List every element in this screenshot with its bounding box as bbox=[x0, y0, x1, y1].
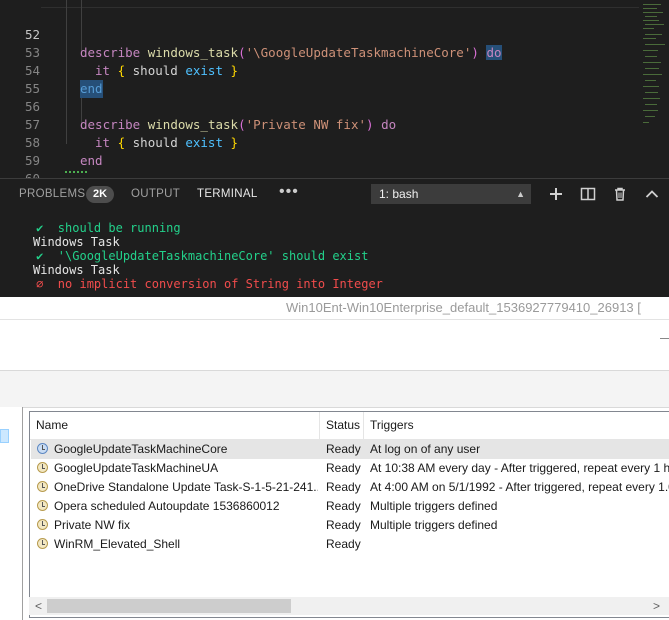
task-trigger: Multiple triggers defined bbox=[370, 499, 498, 513]
line-number: 60 bbox=[0, 170, 40, 178]
terminal-line: ⌀ no implicit conversion of String into … bbox=[0, 277, 383, 291]
scroll-thumb[interactable] bbox=[47, 599, 291, 613]
code-line[interactable]: 59 bbox=[0, 134, 640, 168]
scroll-left-arrow[interactable]: < bbox=[35, 599, 42, 613]
chevron-up-icon[interactable] bbox=[644, 186, 660, 202]
task-trigger: Multiple triggers defined bbox=[370, 518, 498, 532]
terminal-output[interactable]: ✔ should be running Windows Task ✔ '\Goo… bbox=[0, 210, 669, 297]
scroll-right-arrow[interactable]: > bbox=[653, 599, 660, 613]
code-line[interactable]: 56 describe windows_task('Private NW fix… bbox=[0, 80, 640, 132]
remote-window-titlebar[interactable]: Win10Ent-Win10Enterprise_default_1536927… bbox=[0, 297, 669, 320]
task-status: Ready bbox=[326, 480, 361, 494]
task-name: GoogleUpdateTaskMachineUA bbox=[54, 461, 219, 475]
current-line-border bbox=[41, 0, 639, 8]
task-status: Ready bbox=[326, 442, 361, 456]
terminal-line: Windows Task bbox=[33, 263, 120, 277]
code-line[interactable]: 58 end bbox=[0, 116, 640, 168]
table-row[interactable]: GoogleUpdateTaskMachineUA Ready At 10:38… bbox=[31, 459, 669, 478]
task-status: Ready bbox=[326, 499, 361, 513]
code-line[interactable]: 60 end bbox=[0, 152, 640, 178]
table-row[interactable]: Opera scheduled Autoupdate 1536860012 Re… bbox=[31, 497, 669, 516]
code-line[interactable]: 54 end bbox=[0, 44, 640, 98]
divider bbox=[660, 338, 669, 339]
panel-tab-bar: PROBLEMS 2K OUTPUT TERMINAL ••• bbox=[0, 178, 669, 211]
code-line[interactable]: 52 describe windows_task('\GoogleUpdateT… bbox=[0, 8, 640, 60]
task-status: Ready bbox=[326, 461, 361, 475]
task-clock-icon bbox=[37, 462, 48, 473]
code-line[interactable]: 53 it { should exist } bbox=[0, 26, 640, 78]
tree-pane[interactable] bbox=[0, 407, 23, 620]
more-actions-icon[interactable]: ••• bbox=[279, 183, 299, 201]
problems-count-badge: 2K bbox=[86, 186, 115, 203]
menu-area bbox=[0, 320, 669, 371]
code-line[interactable]: 57 it { should exist } bbox=[0, 98, 640, 150]
trash-icon[interactable] bbox=[612, 186, 628, 202]
tab-output[interactable]: OUTPUT bbox=[131, 188, 180, 200]
column-header-status[interactable]: Status bbox=[320, 412, 364, 439]
task-clock-icon bbox=[37, 519, 48, 530]
task-clock-icon bbox=[37, 538, 48, 549]
terminal-select[interactable]: 1: bash ▲ bbox=[371, 184, 531, 204]
remote-window-title: Win10Ent-Win10Enterprise_default_1536927… bbox=[286, 300, 641, 315]
task-trigger: At 4:00 AM on 5/1/1992 - After triggered… bbox=[370, 480, 669, 494]
task-list[interactable]: Name Status Triggers GoogleUpdateTaskMac… bbox=[29, 411, 669, 618]
task-trigger: At log on of any user bbox=[370, 442, 481, 456]
table-row[interactable]: Private NW fix Ready Multiple triggers d… bbox=[31, 516, 669, 535]
table-row[interactable]: GoogleUpdateTaskMachineCore Ready At log… bbox=[31, 440, 669, 459]
code-editor[interactable]: 52 describe windows_task('\GoogleUpdateT… bbox=[0, 0, 669, 178]
split-icon[interactable] bbox=[580, 186, 596, 202]
toolbar bbox=[0, 371, 669, 408]
tree-selection[interactable] bbox=[0, 429, 9, 443]
table-row[interactable]: OneDrive Standalone Update Task-S-1-5-21… bbox=[31, 478, 669, 497]
task-name: Opera scheduled Autoupdate 1536860012 bbox=[54, 499, 280, 513]
tab-terminal[interactable]: TERMINAL bbox=[197, 188, 258, 200]
task-status: Ready bbox=[326, 518, 361, 532]
terminal-line: ✔ should be running bbox=[0, 221, 181, 235]
terminal-select-value: 1: bash bbox=[379, 187, 419, 201]
chevron-updown-icon: ▲ bbox=[516, 189, 525, 199]
column-header-triggers[interactable]: Triggers bbox=[364, 412, 669, 439]
task-name: Private NW fix bbox=[54, 518, 131, 532]
terminal-line: ✔ '\GoogleUpdateTaskmachineCore' should … bbox=[0, 249, 369, 263]
warning-squiggle bbox=[65, 168, 87, 173]
minimap[interactable] bbox=[640, 0, 669, 178]
column-header-name[interactable]: Name bbox=[30, 412, 320, 439]
terminal-line: Windows Task bbox=[33, 235, 120, 249]
task-name: GoogleUpdateTaskMachineCore bbox=[54, 442, 228, 456]
task-trigger: At 10:38 AM every day - After triggered,… bbox=[370, 461, 669, 475]
table-row[interactable]: WinRM_Elevated_Shell Ready bbox=[31, 535, 669, 554]
task-clock-icon bbox=[37, 443, 48, 454]
task-name: OneDrive Standalone Update Task-S-1-5-21… bbox=[54, 480, 318, 494]
task-name: WinRM_Elevated_Shell bbox=[54, 537, 181, 551]
task-status: Ready bbox=[326, 537, 361, 551]
code-line[interactable]: 55 bbox=[0, 62, 640, 96]
task-clock-icon bbox=[37, 500, 48, 511]
horizontal-scrollbar[interactable]: < > bbox=[29, 597, 669, 615]
task-clock-icon bbox=[37, 481, 48, 492]
tab-problems[interactable]: PROBLEMS bbox=[19, 188, 85, 200]
plus-icon[interactable] bbox=[548, 186, 564, 202]
